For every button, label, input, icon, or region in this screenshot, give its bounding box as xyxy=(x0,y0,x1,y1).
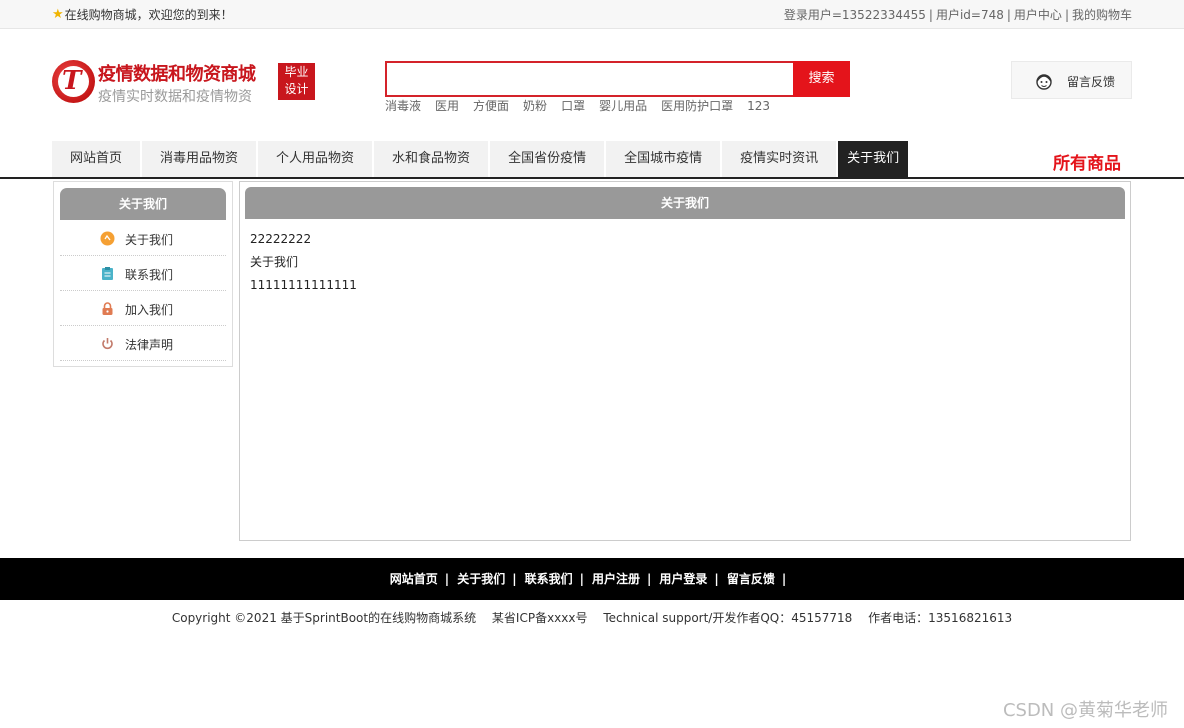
support-text: Technical support/开发作者QQ：45157718 xyxy=(603,611,853,625)
feedback-label: 留言反馈 xyxy=(1067,75,1116,89)
content-line: 关于我们 xyxy=(250,255,299,269)
sidebar-item-label: 加入我们 xyxy=(125,303,174,317)
star-icon: ★ xyxy=(52,7,64,22)
user-id-link[interactable]: 用户id=748 xyxy=(936,8,1004,22)
user-links: 登录用户=13522334455 | 用户id=748 | 用户中心 | 我的购物车 xyxy=(783,8,1132,22)
hotword-link[interactable]: 医用防护口罩 xyxy=(661,99,733,113)
hotword-link[interactable]: 婴儿用品 xyxy=(599,99,647,113)
search-input[interactable] xyxy=(385,61,793,97)
customer-service-icon xyxy=(1036,74,1052,90)
nav-divider xyxy=(0,177,1184,179)
footer-nav: 网站首页 | 关于我们 | 联系我们 | 用户注册 | 用户登录 | 留言反馈 | xyxy=(0,558,1184,600)
logged-in-user-link[interactable]: 登录用户=13522334455 xyxy=(784,8,926,22)
nav-item-news[interactable]: 疫情实时资讯 xyxy=(722,141,837,177)
footer-link-login[interactable]: 用户登录 xyxy=(659,572,707,586)
logo-mark-icon: T xyxy=(52,60,95,103)
user-center-link[interactable]: 用户中心 xyxy=(1014,8,1062,22)
hot-keywords: 消毒液 医用 方便面 奶粉 口罩 婴儿用品 医用防护口罩 123 xyxy=(385,97,784,114)
nav-item-water-food[interactable]: 水和食品物资 xyxy=(374,141,489,177)
lock-icon xyxy=(102,302,113,315)
nav-item-province-epidemic[interactable]: 全国省份疫情 xyxy=(490,141,605,177)
sidebar-item-label: 法律声明 xyxy=(125,338,174,352)
watermark: CSDN @黄菊华老师 xyxy=(1002,700,1168,721)
main-content: 关于我们 22222222 关于我们 11111111111111 xyxy=(239,181,1131,541)
sidebar-item-legal[interactable]: 法律声明 xyxy=(60,326,226,361)
sidebar-item-label: 关于我们 xyxy=(125,233,174,247)
nav-item-about[interactable]: 关于我们 xyxy=(838,141,909,177)
badge-line-2: 设计 xyxy=(284,82,309,96)
nav-item-personal[interactable]: 个人用品物资 xyxy=(258,141,373,177)
sidebar-item-contact[interactable]: 联系我们 xyxy=(60,256,226,291)
graduation-badge: 毕业 设计 xyxy=(278,63,315,100)
footer-link-feedback[interactable]: 留言反馈 xyxy=(727,572,775,586)
site-logo[interactable]: T 疫情数据和物资商城 疫情实时数据和疫情物资 毕业 设计 xyxy=(52,60,317,105)
content-body: 22222222 关于我们 11111111111111 xyxy=(250,228,357,297)
icp-text: 某省ICP备xxxx号 xyxy=(491,611,588,625)
footer-link-home[interactable]: 网站首页 xyxy=(390,572,438,586)
nav-item-disinfection[interactable]: 消毒用品物资 xyxy=(142,141,257,177)
copyright-text: Copyright ©2021 基于SprintBoot的在线购物商城系统 xyxy=(171,611,477,625)
site-subtitle: 疫情实时数据和疫情物资 xyxy=(98,89,252,105)
welcome-message: ★ 在线购物商城，欢迎您的到来！ xyxy=(52,6,233,23)
content-line: 11111111111111 xyxy=(250,278,357,292)
footer-link-contact[interactable]: 联系我们 xyxy=(525,572,573,586)
content-title: 关于我们 xyxy=(245,187,1125,219)
sidebar: 关于我们 关于我们 联系我们 加入我们 法律声明 xyxy=(53,181,233,367)
main-nav: 网站首页 消毒用品物资 个人用品物资 水和食品物资 全国省份疫情 全国城市疫情 … xyxy=(52,141,910,177)
sidebar-title: 关于我们 xyxy=(60,188,226,220)
sidebar-menu: 关于我们 联系我们 加入我们 法律声明 xyxy=(60,221,226,361)
hotword-link[interactable]: 消毒液 xyxy=(385,99,421,113)
power-icon xyxy=(102,338,113,350)
hotword-link[interactable]: 口罩 xyxy=(561,99,585,113)
sidebar-item-about[interactable]: 关于我们 xyxy=(60,221,226,256)
hotword-link[interactable]: 奶粉 xyxy=(523,99,547,113)
nav-item-city-epidemic[interactable]: 全国城市疫情 xyxy=(606,141,721,177)
phone-text: 作者电话：13516821613 xyxy=(868,611,1013,625)
welcome-text: 在线购物商城，欢迎您的到来！ xyxy=(64,8,233,22)
hotword-link[interactable]: 123 xyxy=(747,99,770,113)
my-cart-link[interactable]: 我的购物车 xyxy=(1072,8,1132,22)
footer-link-register[interactable]: 用户注册 xyxy=(592,572,640,586)
top-bar: ★ 在线购物商城，欢迎您的到来！ 登录用户=13522334455 | 用户id=7… xyxy=(0,0,1184,29)
all-goods-link[interactable]: 所有商品 xyxy=(1053,149,1121,174)
search-bar: 搜索 xyxy=(385,61,850,97)
hotword-link[interactable]: 医用 xyxy=(435,99,459,113)
sidebar-item-label: 联系我们 xyxy=(125,268,174,282)
footer-links: 网站首页 | 关于我们 | 联系我们 | 用户注册 | 用户登录 | 留言反馈 | xyxy=(389,572,787,586)
sidebar-item-join[interactable]: 加入我们 xyxy=(60,291,226,326)
hotword-link[interactable]: 方便面 xyxy=(473,99,509,113)
search-button[interactable]: 搜索 xyxy=(793,61,850,97)
feedback-button[interactable]: 留言反馈 xyxy=(1011,61,1132,99)
info-circle-icon xyxy=(100,231,115,246)
clipboard-icon xyxy=(102,267,113,280)
site-title: 疫情数据和物资商城 xyxy=(98,64,256,85)
nav-item-home[interactable]: 网站首页 xyxy=(52,141,141,177)
footer-link-about[interactable]: 关于我们 xyxy=(457,572,505,586)
copyright: Copyright ©2021 基于SprintBoot的在线购物商城系统 某省… xyxy=(0,609,1184,626)
badge-line-1: 毕业 xyxy=(284,65,309,79)
content-line: 22222222 xyxy=(250,232,312,246)
